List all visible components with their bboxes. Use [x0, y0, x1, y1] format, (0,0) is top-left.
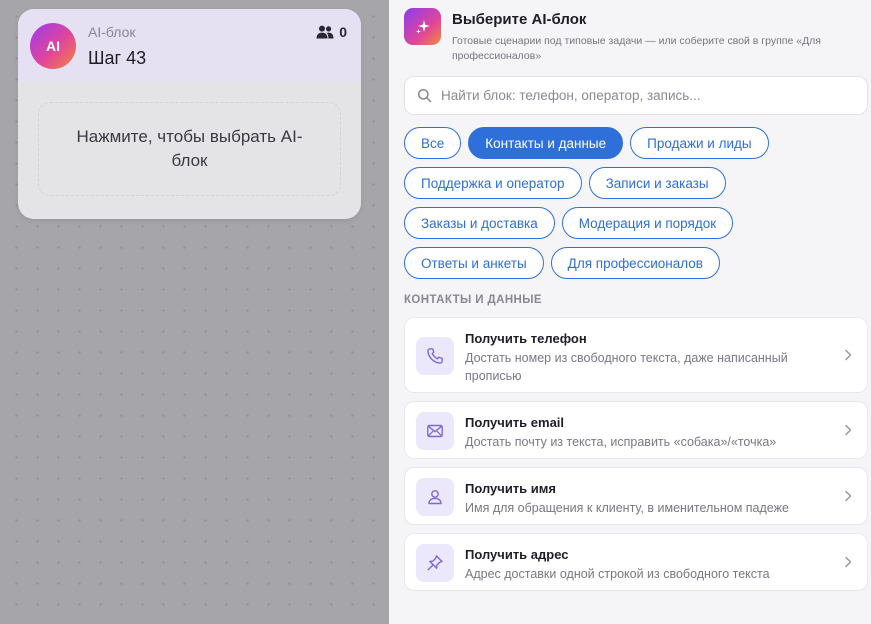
block-description: Имя для обращения к клиенту, в именитель… — [465, 501, 789, 515]
flow-canvas[interactable]: AI AI-блок Шаг 43 0 Нажмите, чтобы выбра… — [0, 0, 389, 624]
category-chip-bookings[interactable]: Записи и заказы — [588, 167, 726, 199]
chevron-right-icon — [843, 424, 853, 436]
search-icon — [417, 88, 433, 104]
category-chip-support[interactable]: Поддержка и оператор — [404, 167, 582, 199]
pin-icon — [416, 544, 454, 582]
block-title: Получить имя — [465, 481, 556, 496]
category-chip-pro[interactable]: Для профессионалов — [550, 247, 720, 279]
sparkle-icon — [404, 8, 441, 45]
block-title: Получить телефон — [465, 331, 587, 346]
category-chip-contacts[interactable]: Контакты и данные — [468, 127, 624, 159]
node-avatar: AI — [30, 23, 76, 69]
search-input[interactable] — [441, 88, 867, 103]
category-chips: Все Контакты и данные Продажи и лиды Под… — [404, 127, 864, 287]
chevron-right-icon — [843, 349, 853, 361]
chevron-right-icon — [843, 490, 853, 502]
node-users-counter: 0 — [316, 24, 347, 40]
block-item-email[interactable]: Получить email Достать почту из текста, … — [404, 401, 868, 459]
chevron-right-icon — [843, 556, 853, 568]
block-description: Достать почту из текста, исправить «соба… — [465, 435, 777, 449]
node-users-count: 0 — [339, 24, 347, 40]
block-description: Достать номер из свободного текста, даже… — [465, 351, 788, 383]
category-chip-all[interactable]: Все — [404, 127, 462, 159]
section-label: КОНТАКТЫ И ДАННЫЕ — [404, 294, 542, 306]
node-title: Шаг 43 — [88, 48, 147, 68]
user-icon — [416, 478, 454, 516]
panel-subtitle: Готовые сценарии под типовые задачи — ил… — [452, 35, 821, 63]
search-box[interactable] — [404, 76, 868, 115]
block-item-name[interactable]: Получить имя Имя для обращения к клиенту… — [404, 467, 868, 525]
ai-block-node[interactable]: AI AI-блок Шаг 43 0 Нажмите, чтобы выбра… — [18, 9, 361, 219]
block-item-address[interactable]: Получить адрес Адрес доставки одной стро… — [404, 533, 868, 591]
block-title: Получить email — [465, 415, 565, 430]
panel-title: Выберите AI-блок — [452, 11, 587, 28]
category-chip-sales[interactable]: Продажи и лиды — [630, 127, 769, 159]
category-chip-delivery[interactable]: Заказы и доставка — [404, 207, 555, 239]
block-list: Получить телефон Достать номер из свобод… — [404, 317, 868, 599]
category-chip-surveys[interactable]: Ответы и анкеты — [404, 247, 544, 279]
node-type-label: AI-блок — [88, 24, 136, 40]
block-description: Адрес доставки одной строкой из свободно… — [465, 567, 770, 581]
category-chip-moderation[interactable]: Модерация и порядок — [561, 207, 734, 239]
block-title: Получить адрес — [465, 547, 569, 562]
node-body: Нажмите, чтобы выбрать AI-блок — [18, 82, 361, 219]
mail-icon — [416, 412, 454, 450]
users-icon — [316, 25, 334, 39]
phone-icon — [416, 337, 454, 375]
block-picker-panel: Выберите AI-блок Готовые сценарии под ти… — [389, 0, 871, 624]
select-block-placeholder[interactable]: Нажмите, чтобы выбрать AI-блок — [38, 102, 341, 196]
block-item-phone[interactable]: Получить телефон Достать номер из свобод… — [404, 317, 868, 393]
node-header: AI AI-блок Шаг 43 0 — [18, 9, 361, 82]
